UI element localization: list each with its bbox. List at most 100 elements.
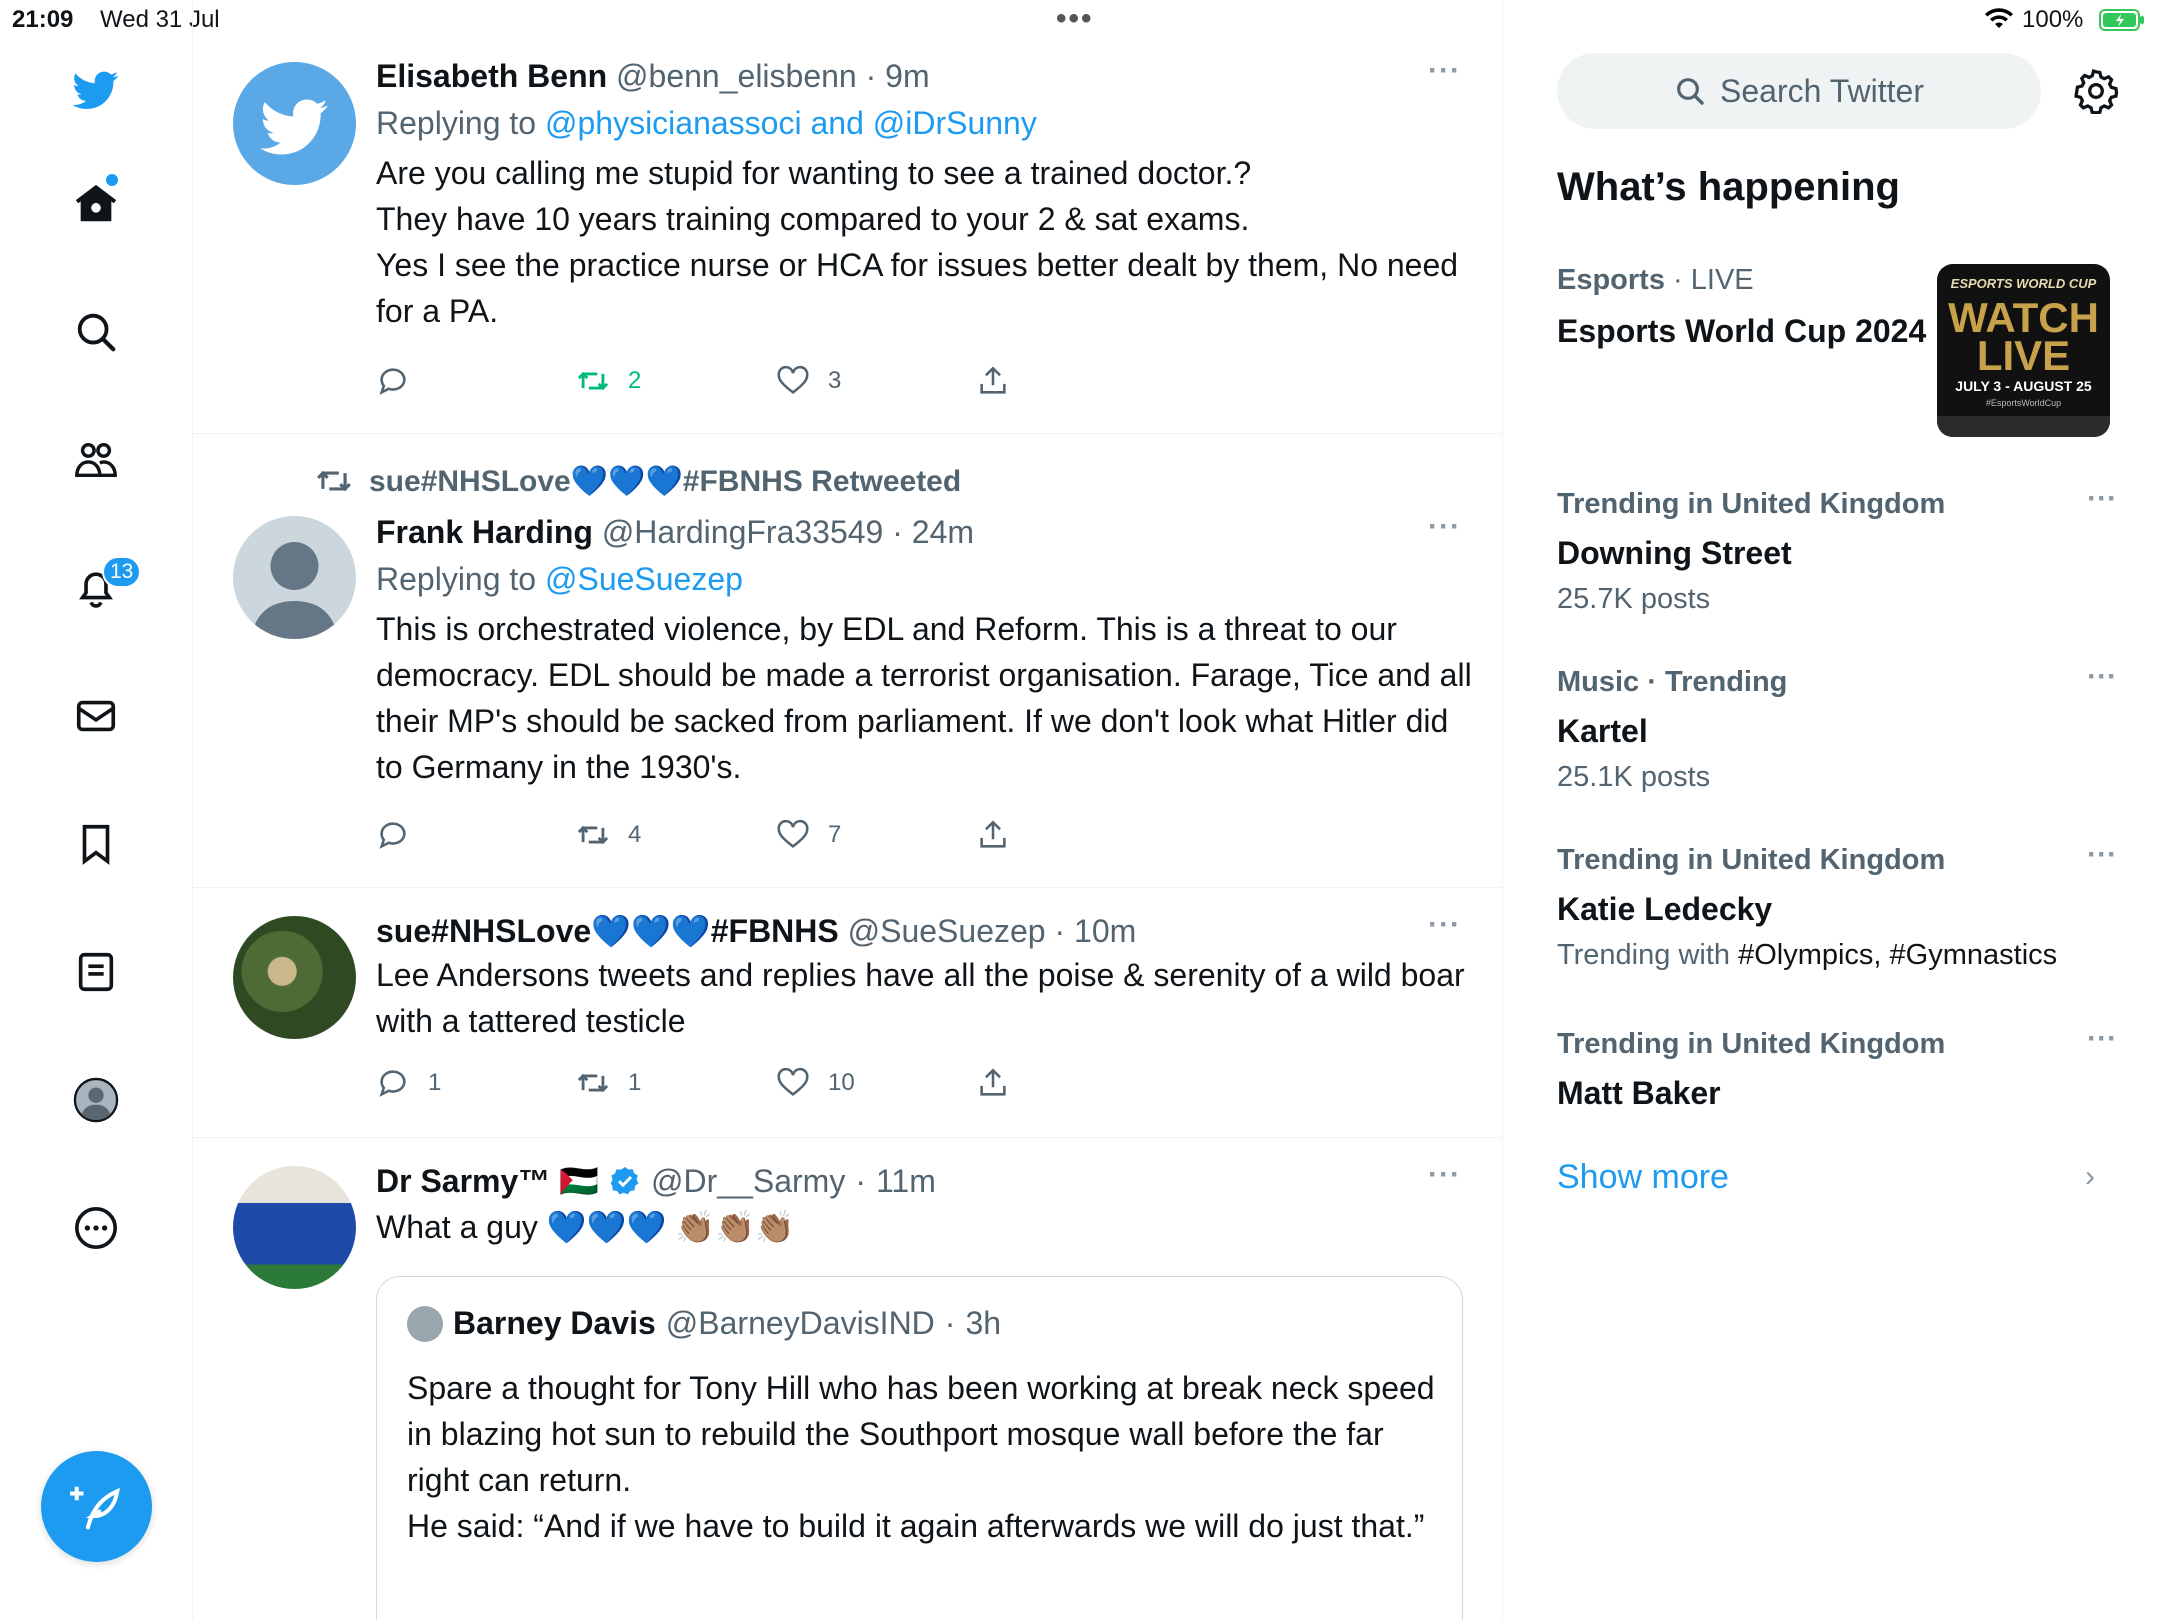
tweet-actions: 4 7: [376, 818, 1076, 858]
quoted-tweet-header: Barney Davis @BarneyDavisIND · 3h: [407, 1305, 1001, 1342]
lists-icon[interactable]: [68, 944, 124, 1000]
settings-gear-icon[interactable]: [2073, 68, 2119, 114]
tweet-time[interactable]: 10m: [1074, 913, 1136, 949]
quoted-author-handle[interactable]: @BarneyDavisIND: [666, 1305, 935, 1342]
trend-category: Music · Trending: [1557, 666, 1788, 698]
profile-icon[interactable]: [68, 1072, 124, 1128]
trend-item[interactable]: Trending in United Kingdom ··· Matt Bake…: [1557, 1022, 2117, 1113]
share-button[interactable]: [976, 1066, 1010, 1100]
trend-more-button[interactable]: ···: [2087, 838, 2117, 872]
avatar[interactable]: [233, 916, 356, 1039]
show-more-link[interactable]: Show more: [1557, 1158, 1729, 1197]
trend-more-button[interactable]: ···: [2087, 482, 2117, 516]
tweet-time[interactable]: 24m: [912, 514, 974, 550]
like-button[interactable]: 10: [776, 1066, 855, 1100]
like-button[interactable]: 3: [776, 364, 841, 398]
retweet-count: 2: [628, 367, 642, 394]
trend-item[interactable]: Music · Trending ··· Kartel 25.1K posts: [1557, 660, 2117, 794]
author-name[interactable]: Elisabeth Benn: [376, 58, 607, 94]
messages-icon[interactable]: [68, 688, 124, 744]
whats-happening-title: What’s happening: [1557, 165, 1900, 209]
tweet-actions: 1 1 10: [376, 1066, 1076, 1106]
retweet-icon: [577, 825, 609, 845]
author-handle[interactable]: @HardingFra33549: [602, 514, 884, 550]
share-icon: [980, 366, 1006, 394]
compose-tweet-button[interactable]: [41, 1451, 152, 1562]
share-icon: [980, 820, 1006, 848]
trend-item[interactable]: Esports · LIVE Esports World Cup 2024: [1557, 264, 1937, 351]
author-name[interactable]: Frank Harding: [376, 514, 593, 550]
compose-feather-icon: [69, 1486, 120, 1529]
retweet-icon: [577, 371, 609, 391]
tweet[interactable]: Dr Sarmy™ 🇵🇸 @Dr__Sarmy · 11m What a guy 💙…: [193, 1138, 1502, 1620]
tweet-text: What a guy 💙💙💙 👏🏽👏🏽👏🏽: [376, 1209, 795, 1245]
search-input[interactable]: Search Twitter: [1557, 53, 2041, 129]
like-count: 3: [828, 367, 842, 394]
reply-to-link[interactable]: @physicianassoci and @iDrSunny: [545, 105, 1037, 141]
tweet-time[interactable]: 9m: [885, 58, 929, 94]
author-handle[interactable]: @benn_elisbenn: [616, 58, 857, 94]
tweet-more-button[interactable]: ···: [1428, 54, 1461, 88]
quoted-avatar[interactable]: [407, 1305, 443, 1342]
retweet-count: 4: [628, 821, 642, 848]
tweet-header: Dr Sarmy™ 🇵🇸 @Dr__Sarmy · 11m: [376, 1162, 936, 1200]
retweet-button[interactable]: 4: [576, 818, 641, 852]
home-unread-dot: [106, 174, 118, 186]
twitter-logo-icon[interactable]: [68, 62, 124, 118]
author-handle[interactable]: @Dr__Sarmy: [651, 1163, 845, 1200]
author-handle[interactable]: @SueSuezep: [848, 913, 1046, 949]
tweet-body: Elisabeth Benn @benn_elisbenn · 9m Reply…: [376, 58, 1476, 334]
share-button[interactable]: [976, 818, 1010, 852]
quoted-tweet-time[interactable]: 3h: [965, 1305, 1001, 1342]
trend-category: Trending in United Kingdom: [1557, 844, 1946, 876]
communities-icon[interactable]: [68, 432, 124, 488]
trend-item[interactable]: Trending in United Kingdom ··· Downing S…: [1557, 482, 2117, 616]
retweet-button[interactable]: 1: [576, 1066, 641, 1100]
avatar[interactable]: [233, 1166, 356, 1289]
trend-post-count: 25.7K posts: [1557, 583, 1711, 615]
tweet-more-button[interactable]: ···: [1428, 510, 1461, 544]
tweet[interactable]: sue#NHSLove💙💙💙#FBNHS Retweeted Frank Har…: [193, 434, 1502, 888]
timeline: Elisabeth Benn @benn_elisbenn · 9m Reply…: [193, 0, 1503, 1620]
trend-related-tags[interactable]: #Olympics, #Gymnastics: [1738, 939, 2057, 971]
heart-icon: [777, 1067, 809, 1096]
more-icon[interactable]: [68, 1200, 124, 1256]
search-placeholder: Search Twitter: [1720, 72, 1924, 109]
like-button[interactable]: 7: [776, 818, 841, 852]
left-sidebar: 13: [0, 0, 193, 1620]
bookmarks-icon[interactable]: [68, 816, 124, 872]
trend-item[interactable]: Trending in United Kingdom ··· Katie Led…: [1557, 838, 2117, 972]
tweet-body: sue#NHSLove💙💙💙#FBNHS @SueSuezep · 10m Le…: [376, 912, 1476, 1044]
search-icon[interactable]: [68, 304, 124, 360]
tweet[interactable]: Elisabeth Benn @benn_elisbenn · 9m Reply…: [193, 0, 1502, 434]
share-button[interactable]: [976, 364, 1010, 398]
retweeted-by-text[interactable]: sue#NHSLove💙💙💙#FBNHS Retweeted: [369, 464, 961, 499]
reply-button[interactable]: 1: [376, 1066, 441, 1100]
tweet-actions: 2 3: [376, 364, 1076, 404]
tweet[interactable]: sue#NHSLove💙💙💙#FBNHS @SueSuezep · 10m Le…: [193, 888, 1502, 1138]
trend-more-button[interactable]: ···: [2087, 1022, 2117, 1056]
esports-thumbnail[interactable]: ESPORTS WORLD CUP WATCH LIVE JULY 3 - AU…: [1937, 264, 2110, 437]
author-name[interactable]: sue#NHSLove💙💙💙#FBNHS: [376, 913, 839, 949]
reply-button[interactable]: [376, 364, 428, 398]
quoted-tweet[interactable]: Barney Davis @BarneyDavisIND · 3h Spare a …: [376, 1276, 1463, 1620]
share-icon: [980, 1068, 1006, 1096]
avatar[interactable]: [233, 62, 356, 185]
reply-button[interactable]: [376, 818, 428, 852]
tweet-more-button[interactable]: ···: [1428, 1158, 1461, 1192]
tweet-text: Are you calling me stupid for wanting to…: [376, 155, 1459, 329]
trend-title: Esports World Cup 2024: [1557, 313, 1927, 349]
trend-more-button[interactable]: ···: [2087, 660, 2117, 694]
author-name[interactable]: Dr Sarmy™ 🇵🇸: [376, 1162, 599, 1200]
notifications-badge: 13: [102, 556, 142, 588]
default-profile-icon: [251, 542, 338, 639]
quoted-author-name[interactable]: Barney Davis: [453, 1305, 656, 1342]
tweet-more-button[interactable]: ···: [1428, 908, 1461, 942]
trend-live: · LIVE: [1664, 264, 1754, 296]
tweet-body: Frank Harding @HardingFra33549 · 24m Rep…: [376, 514, 1476, 790]
tweet-time[interactable]: 11m: [876, 1163, 936, 1200]
avatar[interactable]: [233, 516, 356, 639]
reply-to-link[interactable]: @SueSuezep: [545, 561, 743, 597]
retweet-button[interactable]: 2: [576, 364, 641, 398]
reply-icon: [379, 1070, 406, 1097]
